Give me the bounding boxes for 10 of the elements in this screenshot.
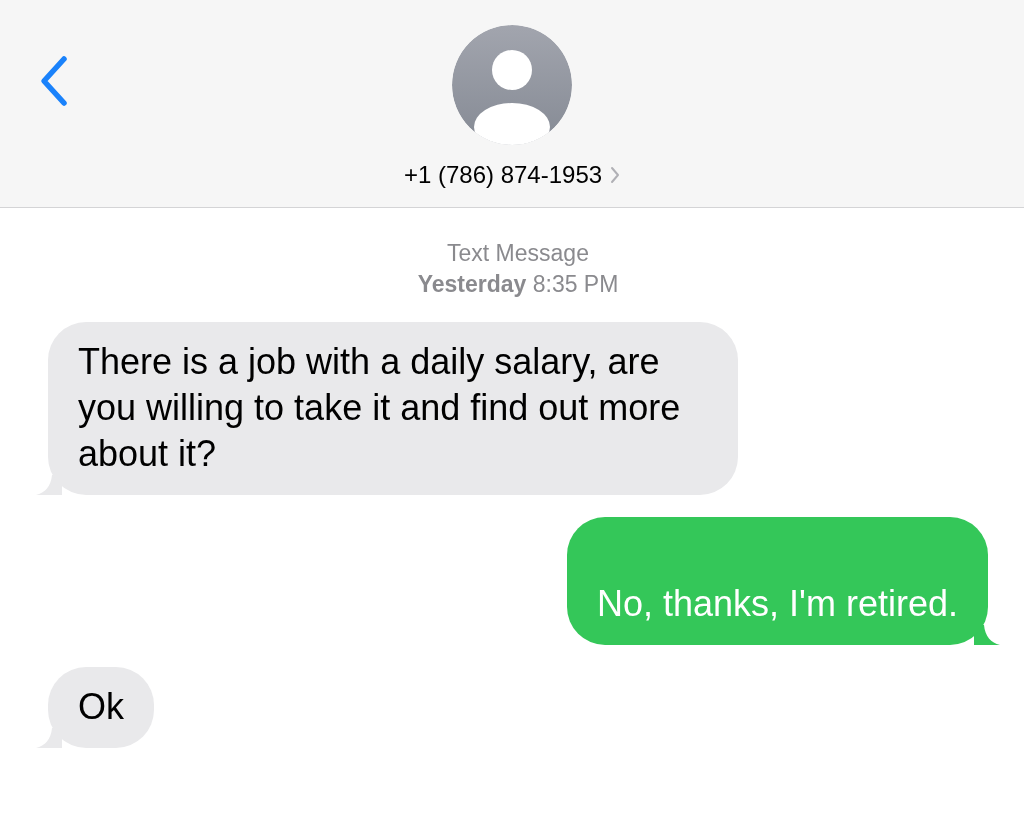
- message-bubble: No, thanks, I'm retired.: [567, 517, 988, 645]
- bubble-tail: [974, 625, 1000, 645]
- service-label: Text Message: [447, 239, 589, 268]
- contact-name[interactable]: +1 (786) 874-1953: [403, 161, 603, 189]
- message-bubble: There is a job with a daily salary, are you willing to take it and find out more about it?: [48, 322, 738, 495]
- message-bubble: Ok: [48, 667, 154, 748]
- back-icon[interactable]: [38, 55, 70, 107]
- message-timestamp: Yesterday 8:35 PM: [417, 270, 619, 299]
- chevron-icon: [610, 166, 621, 184]
- avatar-icon[interactable]: [452, 25, 572, 145]
